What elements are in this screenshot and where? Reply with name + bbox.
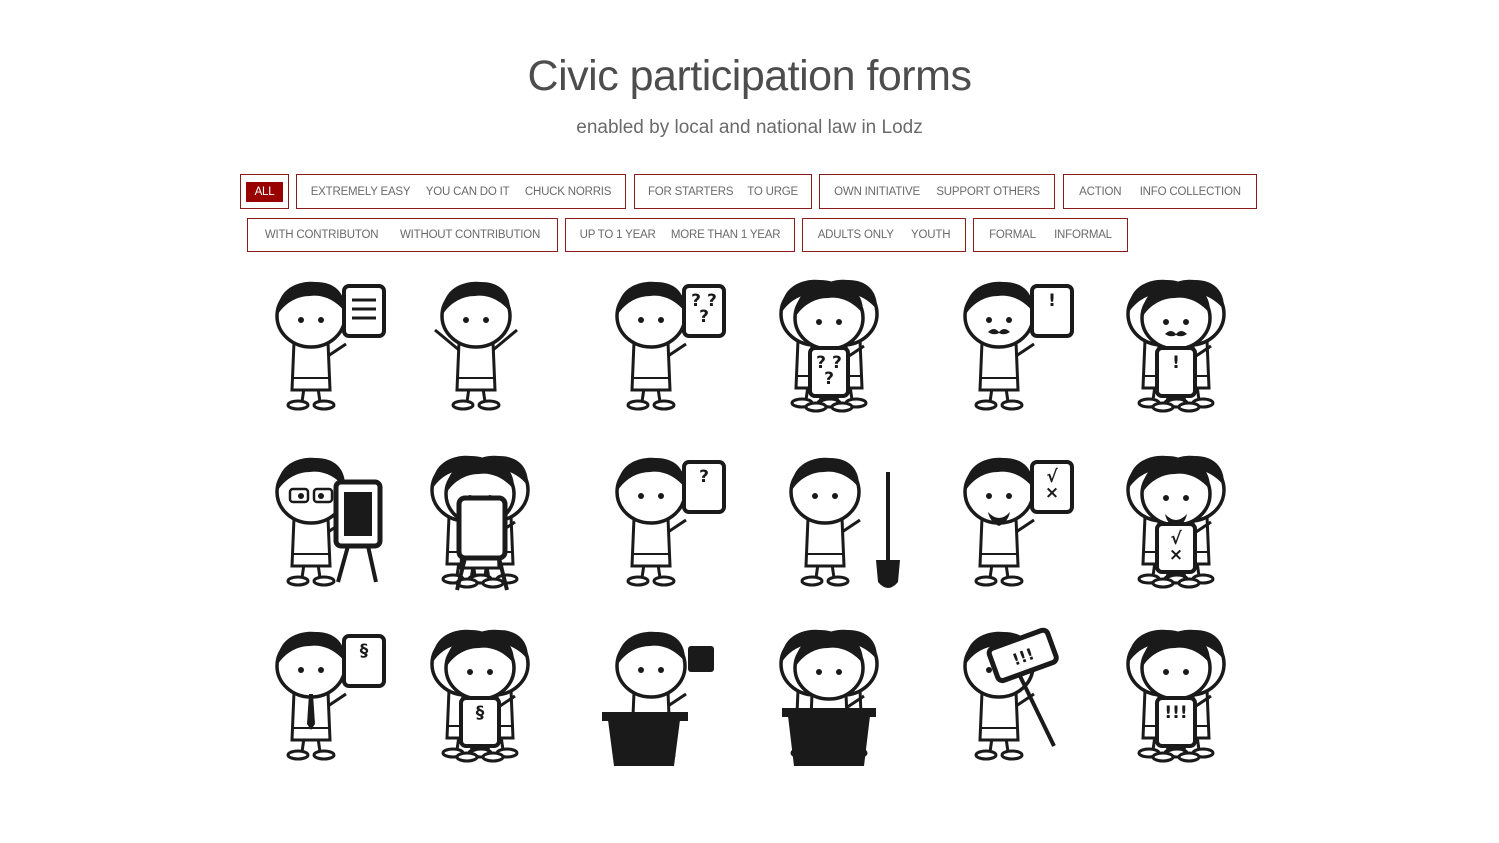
person-arms-raised-icon-graphic xyxy=(434,281,518,411)
svg-text:?: ? xyxy=(699,307,709,327)
protester-with-placard-icon[interactable]: !!! xyxy=(944,616,1084,766)
tie-person-paragraph-sign-icon-graphic: § xyxy=(275,631,386,761)
glasses-person-easel-icon[interactable] xyxy=(256,442,396,592)
filter-you-can-do-it-button[interactable]: YOU CAN DO IT xyxy=(422,186,514,198)
person-with-shovel-icon-graphic xyxy=(789,457,900,588)
svg-text:?: ? xyxy=(699,467,709,487)
person-question-sign-icon[interactable]: ? xyxy=(596,442,736,592)
bearded-person-vote-sign-icon-graphic: √× xyxy=(963,457,1074,587)
filter-to-urge-button[interactable]: TO URGE xyxy=(743,186,802,198)
person-with-shovel-icon[interactable] xyxy=(770,442,910,592)
group-paragraph-sign-icon[interactable]: § xyxy=(421,616,561,766)
group-paragraph-sign-icon-graphic: § xyxy=(430,629,530,763)
filter-group-formality: FORMAL INFORMAL xyxy=(973,218,1128,252)
filter-adults-only-button[interactable]: ADULTS ONLY xyxy=(814,229,898,241)
group-at-podium-icon[interactable] xyxy=(770,616,910,766)
group-at-podium-icon-graphic xyxy=(779,629,879,766)
filter-group-type: ACTION INFO COLLECTION xyxy=(1063,174,1257,209)
person-with-questions-sign-icon-graphic: ? ?? xyxy=(615,281,726,411)
protester-with-placard-icon-graphic: !!! xyxy=(963,627,1059,761)
svg-text:×: × xyxy=(1045,483,1059,503)
filter-info-collection-button[interactable]: INFO COLLECTION xyxy=(1136,186,1245,198)
filter-without-contribution-button[interactable]: WITHOUT CONTRIBUTION xyxy=(396,229,544,241)
person-with-document-icon[interactable] xyxy=(256,266,396,416)
mustache-person-exclamation-sign-icon-graphic: ! xyxy=(963,281,1074,411)
filter-up-to-1-year-button[interactable]: UP TO 1 YEAR xyxy=(576,229,660,241)
page-subtitle: enabled by local and national law in Lod… xyxy=(576,117,923,138)
person-question-sign-icon-graphic: ? xyxy=(615,457,726,587)
svg-text:§: § xyxy=(476,703,485,723)
filter-action-button[interactable]: ACTION xyxy=(1075,186,1125,198)
filter-group-age: ADULTS ONLY YOUTH xyxy=(802,218,966,252)
filter-more-than-1-year-button[interactable]: MORE THAN 1 YEAR xyxy=(667,229,785,241)
filter-own-initiative-button[interactable]: OWN INITIATIVE xyxy=(830,186,924,198)
group-easel-icon[interactable] xyxy=(421,442,561,592)
filter-with-contribution-button[interactable]: WITH CONTRIBUTON xyxy=(261,229,383,241)
glasses-person-easel-icon-graphic xyxy=(275,457,383,587)
svg-text:!: ! xyxy=(1048,291,1056,311)
group-mustache-exclamation-sign-icon-graphic: ! xyxy=(1126,279,1226,413)
group-mustache-exclamation-sign-icon[interactable]: ! xyxy=(1117,266,1257,416)
group-easel-icon-graphic xyxy=(430,455,530,591)
filter-youth-button[interactable]: YOUTH xyxy=(907,229,954,241)
mustache-person-exclamation-sign-icon[interactable]: ! xyxy=(944,266,1084,416)
svg-text:§: § xyxy=(360,641,369,661)
group-protest-sign-icon-graphic: !!! xyxy=(1126,629,1226,763)
speaker-at-podium-icon-graphic xyxy=(602,631,714,766)
group-with-questions-sign-icon-graphic: ? ?? xyxy=(779,279,879,413)
filter-group-purpose: FOR STARTERS TO URGE xyxy=(634,174,812,209)
person-arms-raised-icon[interactable] xyxy=(421,266,561,416)
svg-text:×: × xyxy=(1169,545,1183,565)
group-bearded-vote-sign-icon[interactable]: √ × xyxy=(1117,442,1257,592)
filter-group-duration: UP TO 1 YEAR MORE THAN 1 YEAR xyxy=(565,218,795,252)
filter-support-others-button[interactable]: SUPPORT OTHERS xyxy=(932,186,1044,198)
speaker-at-podium-icon[interactable] xyxy=(596,616,736,766)
page-title: Civic participation forms xyxy=(527,52,972,100)
filter-for-starters-button[interactable]: FOR STARTERS xyxy=(644,186,737,198)
bearded-person-vote-sign-icon[interactable]: √ × xyxy=(944,442,1084,592)
filter-all-button[interactable]: ALL xyxy=(245,181,284,202)
group-with-questions-sign-icon[interactable]: ? ?? xyxy=(770,266,910,416)
svg-text:!!!: !!! xyxy=(1164,703,1187,723)
filter-group-all: ALL xyxy=(240,174,289,209)
group-protest-sign-icon[interactable]: !!! xyxy=(1117,616,1257,766)
tie-person-paragraph-sign-icon[interactable]: § xyxy=(256,616,396,766)
filter-group-initiative: OWN INITIATIVE SUPPORT OTHERS xyxy=(819,174,1055,209)
person-with-document-icon-graphic xyxy=(275,281,386,411)
filter-chuck-norris-button[interactable]: CHUCK NORRIS xyxy=(521,186,615,198)
svg-text:?: ? xyxy=(824,369,834,389)
svg-text:!: ! xyxy=(1172,353,1180,373)
filter-group-contribution: WITH CONTRIBUTON WITHOUT CONTRIBUTION xyxy=(247,218,558,252)
filter-group-difficulty: EXTREMELY EASY YOU CAN DO IT CHUCK NORRI… xyxy=(296,174,626,209)
filter-formal-button[interactable]: FORMAL xyxy=(985,229,1040,241)
filter-extremely-easy-button[interactable]: EXTREMELY EASY xyxy=(307,186,415,198)
filter-informal-button[interactable]: INFORMAL xyxy=(1050,229,1116,241)
person-with-questions-sign-icon[interactable]: ? ?? xyxy=(596,266,736,416)
group-bearded-vote-sign-icon-graphic: √× xyxy=(1126,455,1226,589)
